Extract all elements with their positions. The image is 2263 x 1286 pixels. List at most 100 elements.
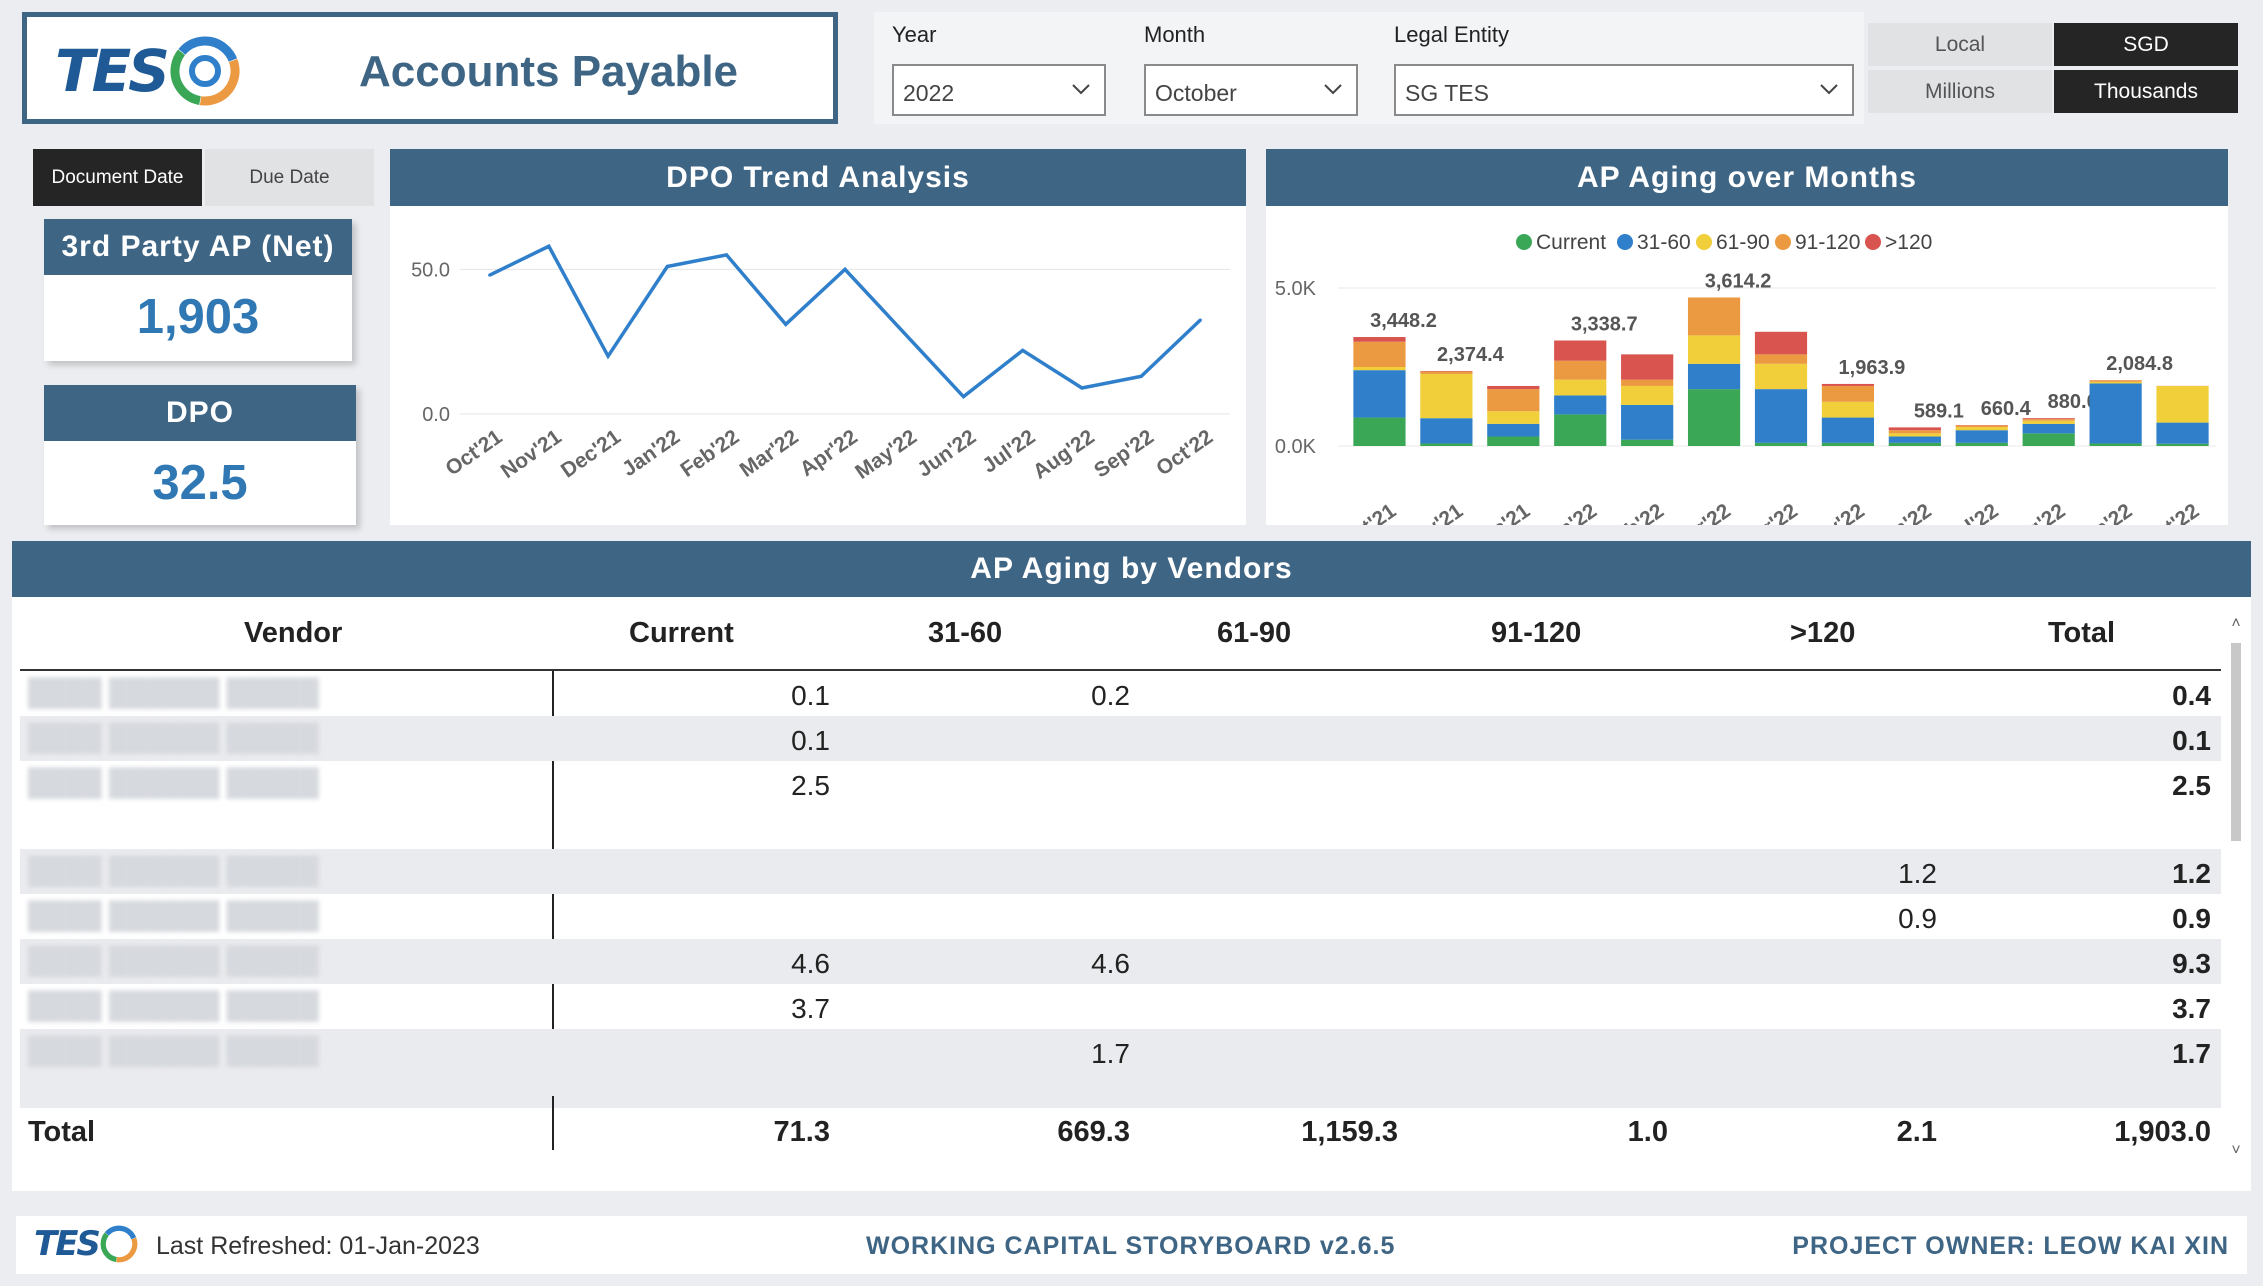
table-row[interactable]: ████ ██████ █████ 0.1 0.1 [20,716,2221,761]
footer: TES Last Refreshed: 01-Jan-2023 WORKING … [16,1216,2247,1274]
cell-current: 2.5 [791,770,830,801]
table-row[interactable]: ████ ██████ █████ 1.2 1.2 [20,849,2221,894]
legend-label: 31-60 [1637,231,1691,254]
bar-segment [1754,389,1808,443]
filter-bar: Year 2022 Month October Legal Entity SG … [874,12,1864,124]
x-tick-label: Jan'22 [618,425,684,481]
cell-d120p: 0.9 [1898,903,1937,934]
bar-segment [2089,443,2142,446]
bar-segment [1621,439,1674,446]
x-tick-label: May'22 [1799,499,1869,525]
scroll-thumb[interactable] [2231,643,2241,841]
table-row[interactable]: ████ ██████ █████ 0.1 0.2 0.4 [20,671,2221,716]
bar-total-label: 2,084.8 [2106,353,2173,375]
col-31-60[interactable]: 31-60 [928,617,1002,650]
vendor-name-redacted: ████ ██████ █████ [28,855,319,885]
table-row[interactable]: ████ ██████ █████ 0.9 0.9 [20,894,2221,939]
bar-segment [1754,442,1808,446]
millions-toggle[interactable]: Millions [1868,70,2052,113]
vendor-name-redacted: ████ ██████ █████ [28,767,319,797]
title-card: TES Accounts Payable [22,12,838,124]
bar-segment [1687,335,1741,364]
bar-segment [2022,423,2075,434]
x-tick-label: Jun'22 [1869,499,1936,525]
bar-segment [1554,414,1607,446]
bar-segment [2022,433,2075,446]
entity-value: SG TES [1405,80,1489,106]
x-tick-label: Jul'22 [1941,499,2002,525]
legend-label: 91-120 [1795,231,1860,254]
thousands-toggle[interactable]: Thousands [2054,70,2238,113]
col-61-90[interactable]: 61-90 [1217,617,1291,650]
legend-label: >120 [1885,231,1932,254]
legend-marker [1516,234,1532,250]
logo-text: TES [55,37,170,105]
cell-current: 3.7 [791,993,830,1024]
dpo-point [843,267,847,271]
col-current[interactable]: Current [629,617,734,650]
bar-segment [1687,297,1741,336]
dpo-point [1139,374,1143,378]
bar-segment [2089,383,2142,444]
dpo-trend-title: DPO Trend Analysis [390,149,1246,206]
table-scrollbar[interactable]: ˄ ˅ [2227,615,2245,1160]
entity-dropdown[interactable]: SG TES [1394,64,1854,116]
x-tick-label: Nov'21 [497,425,566,483]
document-date-toggle[interactable]: Document Date [33,149,202,206]
bar-segment [1554,395,1607,415]
due-date-toggle[interactable]: Due Date [205,149,374,206]
dpo-point [1080,386,1084,390]
col-vendor[interactable]: Vendor [244,617,342,650]
x-tick-label: Apr'22 [796,425,862,481]
table-total-row: Total 71.3 669.3 1,159.3 1.0 2.1 1,903.0 [20,1096,2221,1156]
tes-swirl-icon [170,36,240,106]
x-tick-label: Nov'21 [1398,499,1467,525]
col-91-120[interactable]: 91-120 [1491,617,1581,650]
bar-total-label: 589.1 [1914,400,1964,422]
month-dropdown[interactable]: October [1144,64,1358,116]
cell-total: 2.5 [2172,770,2211,801]
bar-segment [1754,331,1808,355]
month-label: Month [1144,22,1206,47]
bar-total-label: 3,338.7 [1571,313,1638,335]
y-tick-label: 0.0 [422,404,450,426]
total-label: Total [28,1116,96,1148]
table-row[interactable]: ████ ██████ █████ 2.5 2.5 [20,761,2221,849]
sgd-toggle[interactable]: SGD [2054,23,2238,66]
y-tick-label: 0.0K [1275,436,1317,458]
bar-segment [1955,427,2008,431]
year-dropdown[interactable]: 2022 [892,64,1106,116]
total-91-120: 1.0 [1627,1116,1668,1148]
bar-segment [1821,401,1875,418]
col-total[interactable]: Total [2048,617,2115,650]
legend-marker [1775,234,1791,250]
bar-segment [1888,442,1941,446]
scroll-up-icon[interactable]: ˄ [2227,615,2245,633]
chevron-down-icon [1820,84,1838,95]
bar-segment [1554,340,1607,361]
year-value: 2022 [903,80,955,106]
y-tick-label: 5.0K [1275,278,1317,300]
local-toggle[interactable]: Local [1868,23,2052,66]
bar-segment [1420,371,1473,374]
ap-aging-months-title: AP Aging over Months [1266,149,2228,206]
bar-segment [1487,385,1540,390]
bar-segment [2022,420,2075,424]
x-tick-label: Mar'22 [736,425,803,482]
cell-total: 0.9 [2172,903,2211,934]
x-tick-label: Jun'22 [913,425,980,482]
table-row[interactable]: ████ ██████ █████ 1.7 1.7 [20,1029,2221,1108]
col-120-plus[interactable]: >120 [1790,617,1855,650]
last-refreshed: Last Refreshed: 01-Jan-2023 [156,1232,480,1260]
total-current: 71.3 [773,1116,830,1148]
total-31-60: 669.3 [1057,1116,1130,1148]
table-row[interactable]: ████ ██████ █████ 4.6 4.6 9.3 [20,939,2221,984]
bar-total-label: 660.4 [1981,398,2032,420]
bar-total-label: 1,963.9 [1839,357,1906,379]
x-tick-label: Dec'21 [1466,499,1534,525]
vendor-name-redacted: ████ ██████ █████ [28,900,319,930]
table-row[interactable]: ████ ██████ █████ 3.7 3.7 [20,984,2221,1029]
scroll-down-icon[interactable]: ˅ [2227,1142,2245,1160]
cell-total: 0.4 [2172,680,2211,711]
storyboard-version: WORKING CAPITAL STORYBOARD v2.6.5 [866,1232,1396,1260]
